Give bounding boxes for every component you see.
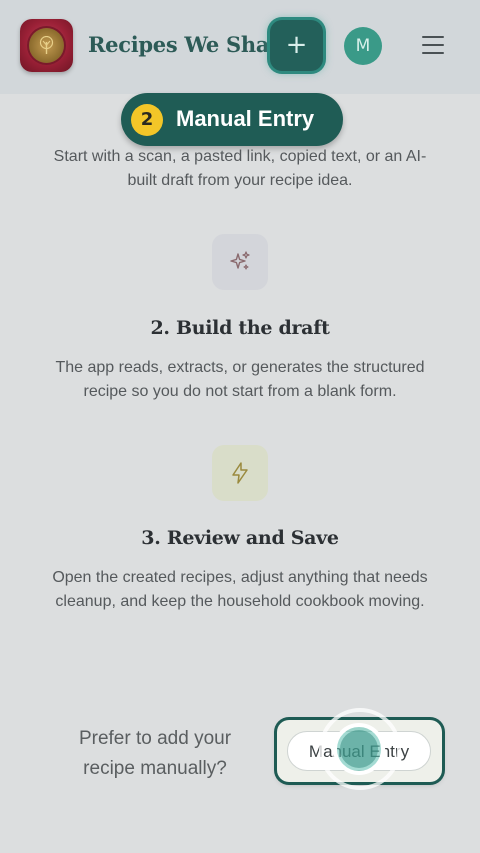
prompt-line1: Prefer to add your	[78, 728, 232, 749]
user-avatar[interactable]: M	[344, 27, 382, 65]
step-label: Manual Entry	[176, 106, 315, 131]
add-recipe-button[interactable]: +	[270, 20, 323, 71]
step3-text-line1: Open the created recipes, adjust anythin…	[52, 569, 428, 586]
step-callout-pill: 2 Manual Entry	[121, 93, 343, 146]
step2-description: The app reads, extracts, or generates th…	[20, 356, 460, 404]
step-number-badge: 2	[131, 104, 163, 136]
app-title: Recipes We Share	[88, 32, 293, 57]
lightning-icon	[212, 445, 268, 501]
step3-text-line2: cleanup, and keep the household cookbook…	[55, 593, 425, 610]
step2-text-line2: recipe so you do not start from a blank …	[83, 383, 397, 400]
sparkles-icon	[212, 234, 268, 290]
step3-title: 3. Review and Save	[141, 527, 339, 549]
app-header: Recipes We Share + M	[0, 0, 480, 94]
step2-text-line1: The app reads, extracts, or generates th…	[55, 359, 425, 376]
step3-description: Open the created recipes, adjust anythin…	[20, 566, 460, 614]
step1-text-line1: Start with a scan, a pasted link, copied…	[53, 148, 427, 165]
step1-description: Start with a scan, a pasted link, copied…	[20, 145, 460, 193]
hamburger-menu-icon[interactable]	[422, 36, 446, 54]
step2-title: 2. Build the draft	[150, 317, 330, 339]
app-logo[interactable]	[20, 19, 73, 72]
manual-prompt-text: Prefer to add your recipe manually?	[40, 724, 270, 784]
step1-text-line2: built draft from your recipe idea.	[127, 172, 353, 189]
tap-indicator-core	[340, 730, 378, 768]
prompt-line2: recipe manually?	[83, 758, 227, 779]
tree-emblem-icon	[29, 28, 64, 63]
